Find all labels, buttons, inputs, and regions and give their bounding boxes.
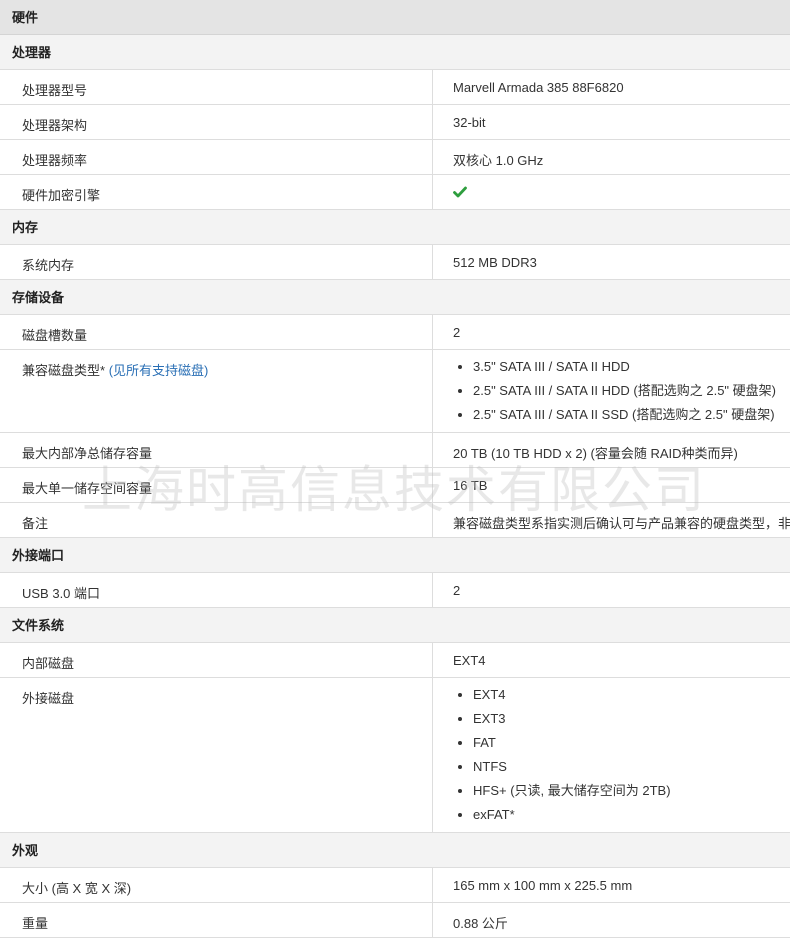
section-title: 外观 (12, 843, 39, 858)
row-label: 最大单一储存空间容量 (0, 468, 433, 502)
row-label: 大小 (高 X 宽 X 深) (0, 868, 433, 902)
list-item: EXT3 (473, 707, 790, 731)
list-item: FAT (473, 731, 790, 755)
list-item: NTFS (473, 755, 790, 779)
check-icon (453, 186, 467, 198)
section-header-filesystem: 文件系统 (0, 608, 790, 643)
row-label: 重量 (0, 903, 433, 937)
external-fs-list: EXT4 EXT3 FAT NTFS HFS+ (只读, 最大储存空间为 2TB… (453, 683, 790, 827)
section-title: 文件系统 (12, 618, 65, 633)
row-label: 内部磁盘 (0, 643, 433, 677)
list-item: 3.5" SATA III / SATA II HDD (473, 355, 790, 379)
table-row: 内部磁盘 EXT4 (0, 643, 790, 678)
row-label: 兼容磁盘类型* (见所有支持磁盘) (0, 350, 433, 432)
list-item: 2.5" SATA III / SATA II HDD (搭配选购之 2.5" … (473, 379, 790, 403)
row-value: 兼容磁盘类型系指实测后确认可与产品兼容的硬盘类型，非 (453, 516, 790, 531)
row-value: EXT4 (453, 653, 486, 668)
table-row: 磁盘槽数量 2 (0, 315, 790, 350)
section-header-ports: 外接端口 (0, 538, 790, 573)
table-row: 硬件加密引擎 (0, 175, 790, 210)
row-label: 硬件加密引擎 (0, 175, 433, 209)
row-label: 处理器频率 (0, 140, 433, 174)
row-value: 16 TB (453, 478, 488, 493)
header-title: 硬件 (12, 10, 39, 25)
table-row: 大小 (高 X 宽 X 深) 165 mm x 100 mm x 225.5 m… (0, 868, 790, 903)
row-label: 处理器架构 (0, 105, 433, 139)
row-label: 处理器型号 (0, 70, 433, 104)
table-row: USB 3.0 端口 2 (0, 573, 790, 608)
table-row: 处理器频率 双核心 1.0 GHz (0, 140, 790, 175)
row-label: 系统内存 (0, 245, 433, 279)
compatible-disk-list: 3.5" SATA III / SATA II HDD 2.5" SATA II… (453, 355, 790, 427)
section-title: 内存 (12, 220, 39, 235)
table-row: 系统内存 512 MB DDR3 (0, 245, 790, 280)
section-header-appearance: 外观 (0, 833, 790, 868)
section-header-processor: 处理器 (0, 35, 790, 70)
table-row: 外接磁盘 EXT4 EXT3 FAT NTFS HFS+ (只读, 最大储存空间… (0, 678, 790, 833)
row-value: 165 mm x 100 mm x 225.5 mm (453, 878, 633, 893)
table-row: 处理器型号 Marvell Armada 385 88F6820 (0, 70, 790, 105)
row-value: EXT4 EXT3 FAT NTFS HFS+ (只读, 最大储存空间为 2TB… (433, 678, 790, 832)
table-row: 兼容磁盘类型* (见所有支持磁盘) 3.5" SATA III / SATA I… (0, 350, 790, 433)
row-value: 32-bit (453, 115, 486, 130)
list-item: EXT4 (473, 683, 790, 707)
row-value: 双核心 1.0 GHz (453, 153, 544, 168)
list-item: exFAT* (473, 803, 790, 827)
row-label: USB 3.0 端口 (0, 573, 433, 607)
row-value: 512 MB DDR3 (453, 255, 537, 270)
section-title: 处理器 (12, 45, 52, 60)
row-label-text: 兼容磁盘类型* (22, 363, 106, 378)
row-value: 2 (453, 583, 461, 598)
row-value: 0.88 公斤 (453, 916, 508, 931)
table-row: 备注 兼容磁盘类型系指实测后确认可与产品兼容的硬盘类型，非 (0, 503, 790, 538)
list-item: 2.5" SATA III / SATA II SSD (搭配选购之 2.5" … (473, 403, 790, 427)
spec-table: 硬件 处理器 处理器型号 Marvell Armada 385 88F6820 … (0, 0, 790, 938)
section-title: 外接端口 (12, 548, 65, 563)
table-row: 最大内部净总储存容量 20 TB (10 TB HDD x 2) (容量会随 R… (0, 433, 790, 468)
row-value: 3.5" SATA III / SATA II HDD 2.5" SATA II… (433, 350, 790, 432)
list-item: HFS+ (只读, 最大储存空间为 2TB) (473, 779, 790, 803)
section-header-memory: 内存 (0, 210, 790, 245)
row-label: 磁盘槽数量 (0, 315, 433, 349)
row-value: 20 TB (10 TB HDD x 2) (容量会随 RAID种类而异) (453, 446, 738, 461)
supported-disks-link[interactable]: (见所有支持磁盘) (109, 363, 209, 378)
section-header-storage: 存储设备 (0, 280, 790, 315)
table-row: 重量 0.88 公斤 (0, 903, 790, 938)
table-row: 处理器架构 32-bit (0, 105, 790, 140)
row-label: 最大内部净总储存容量 (0, 433, 433, 467)
table-header: 硬件 (0, 0, 790, 35)
row-value: 2 (453, 325, 461, 340)
table-row: 最大单一储存空间容量 16 TB (0, 468, 790, 503)
row-label: 备注 (0, 503, 433, 537)
row-value (433, 175, 790, 209)
section-title: 存储设备 (12, 290, 65, 305)
row-value: Marvell Armada 385 88F6820 (453, 80, 624, 95)
row-label: 外接磁盘 (0, 678, 433, 832)
